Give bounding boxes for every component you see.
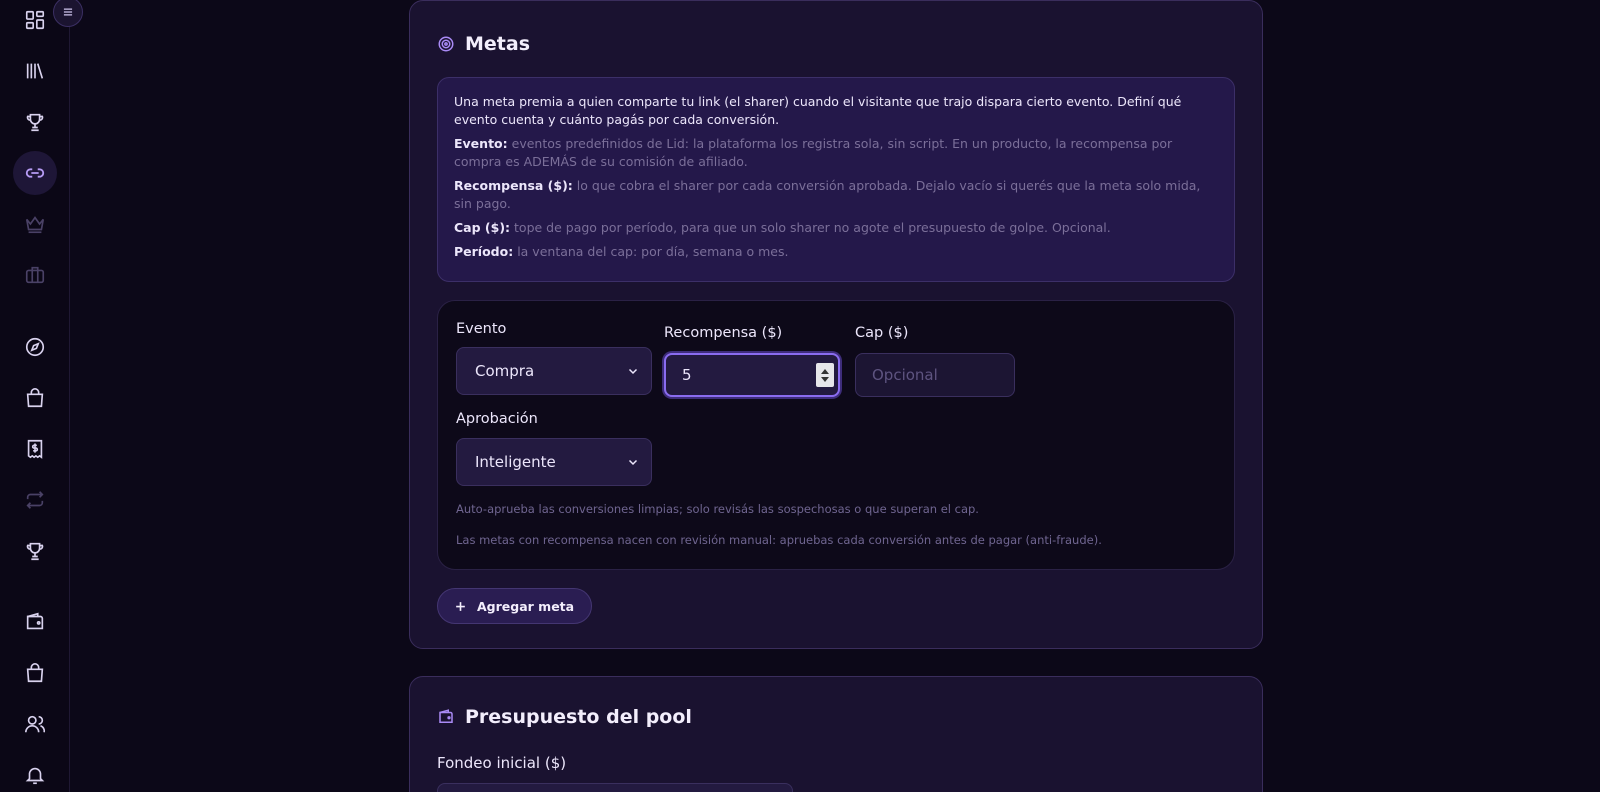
cap-placeholder: Opcional	[872, 366, 938, 384]
recompensa-input[interactable]: 5	[664, 353, 840, 397]
sidebar-item-library[interactable]	[13, 49, 57, 93]
cap-input[interactable]: Opcional	[855, 353, 1015, 397]
briefcase-icon	[25, 266, 45, 284]
shopping-bag-icon	[26, 388, 44, 408]
metas-intro: Una meta premia a quien comparte tu link…	[454, 94, 1182, 127]
definition-term: Evento:	[454, 136, 508, 151]
users-icon	[25, 715, 46, 733]
evento-select[interactable]: Compra	[456, 347, 652, 395]
repeat-icon	[26, 491, 44, 509]
caret-up-icon	[821, 368, 829, 374]
meta-row: Evento Compra Recompensa ($) 5 Cap ($) O…	[437, 300, 1235, 570]
sidebar-item-orders[interactable]	[13, 651, 57, 695]
sidebar	[0, 0, 83, 792]
evento-select-value: Compra	[475, 362, 535, 380]
definition-term: Recompensa ($):	[454, 178, 573, 193]
number-stepper[interactable]	[816, 363, 834, 387]
wallet-icon	[26, 612, 44, 630]
trophy-icon	[26, 542, 44, 561]
add-meta-button[interactable]: Agregar meta	[437, 588, 593, 624]
aprobacion-select-value: Inteligente	[475, 453, 556, 471]
plus-icon	[456, 601, 465, 611]
sidebar-item-shop[interactable]	[13, 376, 57, 420]
cap-label: Cap ($)	[855, 325, 909, 341]
sidebar-item-dashboard[interactable]	[13, 0, 57, 42]
add-meta-label: Agregar meta	[477, 598, 575, 614]
caret-down-icon	[821, 376, 829, 382]
sidebar-item-explore[interactable]	[13, 325, 57, 369]
chevron-down-icon	[628, 459, 638, 466]
fondeo-label: Fondeo inicial ($)	[437, 754, 567, 772]
sidebar-item-notifications[interactable]	[13, 753, 57, 792]
budget-card: Presupuesto del pool Fondeo inicial ($)	[409, 676, 1263, 792]
sidebar-toggle-button[interactable]	[53, 0, 83, 27]
definition-text: tope de pago por período, para que un so…	[514, 220, 1111, 235]
target-icon	[438, 36, 454, 52]
receipt-icon	[27, 439, 43, 459]
definition-term: Período:	[454, 244, 514, 259]
link-icon	[25, 168, 45, 178]
sidebar-item-trophy[interactable]	[13, 100, 57, 144]
fondeo-input[interactable]	[437, 783, 793, 792]
sidebar-item-crown[interactable]	[13, 202, 57, 246]
definition-recompensa: Recompensa ($): lo que cobra el sharer p…	[454, 177, 1218, 213]
manual-review-hint: Las metas con recompensa nacen con revis…	[456, 533, 1102, 547]
sidebar-item-wallet[interactable]	[13, 600, 57, 644]
metas-header: Metas	[437, 33, 530, 55]
sidebar-item-receipts[interactable]	[13, 427, 57, 471]
compass-icon	[25, 337, 45, 357]
metas-title: Metas	[465, 33, 531, 55]
sidebar-item-trophy-2[interactable]	[13, 529, 57, 573]
recompensa-value: 5	[682, 366, 692, 384]
crown-icon	[25, 216, 45, 234]
shopping-bag-icon	[26, 663, 44, 683]
metas-info-box: Una meta premia a quien comparte tu link…	[437, 77, 1235, 282]
evento-label: Evento	[456, 321, 507, 337]
aprobacion-label: Aprobación	[456, 411, 538, 427]
chevron-down-icon	[628, 368, 638, 375]
definition-text: eventos predefinidos de Lid: la platafor…	[454, 136, 1173, 169]
budget-header: Presupuesto del pool	[437, 706, 692, 728]
definition-periodo: Período: la ventana del cap: por día, se…	[454, 243, 1218, 261]
sidebar-item-links[interactable]	[13, 151, 57, 195]
definition-text: la ventana del cap: por día, semana o me…	[517, 244, 789, 259]
definition-term: Cap ($):	[454, 220, 511, 235]
library-icon	[26, 63, 44, 79]
aprobacion-select[interactable]: Inteligente	[456, 438, 652, 486]
dashboard-icon	[25, 10, 45, 30]
bell-icon	[25, 767, 45, 785]
trophy-icon	[26, 113, 44, 132]
recompensa-label: Recompensa ($)	[664, 325, 783, 341]
aprobacion-hint: Auto-aprueba las conversiones limpias; s…	[456, 502, 979, 516]
wallet-icon	[439, 709, 453, 723]
definition-cap: Cap ($): tope de pago por período, para …	[454, 219, 1218, 237]
budget-title: Presupuesto del pool	[465, 706, 692, 728]
sidebar-item-users[interactable]	[13, 702, 57, 746]
menu-icon	[63, 8, 73, 16]
metas-card: Metas Una meta premia a quien comparte t…	[409, 0, 1263, 649]
definition-evento: Evento: eventos predefinidos de Lid: la …	[454, 135, 1218, 171]
sidebar-item-repeat[interactable]	[13, 478, 57, 522]
sidebar-item-briefcase[interactable]	[13, 253, 57, 297]
